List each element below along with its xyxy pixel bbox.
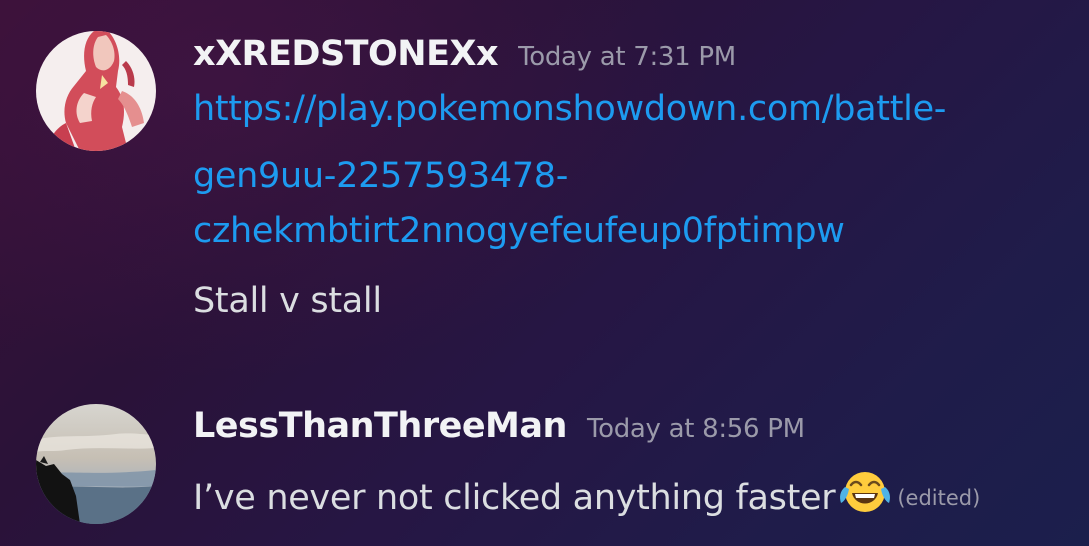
message-text: I’ve never not clicked anything faster	[193, 478, 836, 518]
face-with-tears-of-joy-icon	[840, 472, 891, 512]
message-header: LessThanThreeMan Today at 8:56 PM	[193, 406, 805, 446]
user-avatar[interactable]	[36, 404, 156, 524]
edited-label: (edited)	[897, 486, 981, 510]
timestamp[interactable]: Today at 8:56 PM	[587, 414, 805, 444]
message-text-row: I’ve never not clicked anything faster (…	[193, 467, 980, 518]
message-2: LessThanThreeMan Today at 8:56 PM I’ve ne…	[0, 380, 1089, 546]
username[interactable]: LessThanThreeMan	[193, 406, 567, 446]
joy-emoji[interactable]	[839, 467, 891, 517]
battle-link-line-1[interactable]: https://play.pokemonshowdown.com/battle-	[193, 76, 946, 143]
landscape-avatar-image	[36, 404, 156, 524]
anime-character-avatar-image	[36, 31, 156, 151]
message-1: xXREDSTONEXx Today at 7:31 PM https://pla…	[0, 0, 1089, 340]
battle-link-line-3[interactable]: czhekmbtirt2nnogyefeufeup0fptimpw	[193, 198, 845, 265]
username[interactable]: xXREDSTONEXx	[193, 34, 499, 74]
message-text: Stall v stall	[193, 281, 382, 321]
user-avatar[interactable]	[36, 31, 156, 151]
timestamp[interactable]: Today at 7:31 PM	[518, 42, 736, 72]
message-header: xXREDSTONEXx Today at 7:31 PM	[193, 34, 736, 74]
